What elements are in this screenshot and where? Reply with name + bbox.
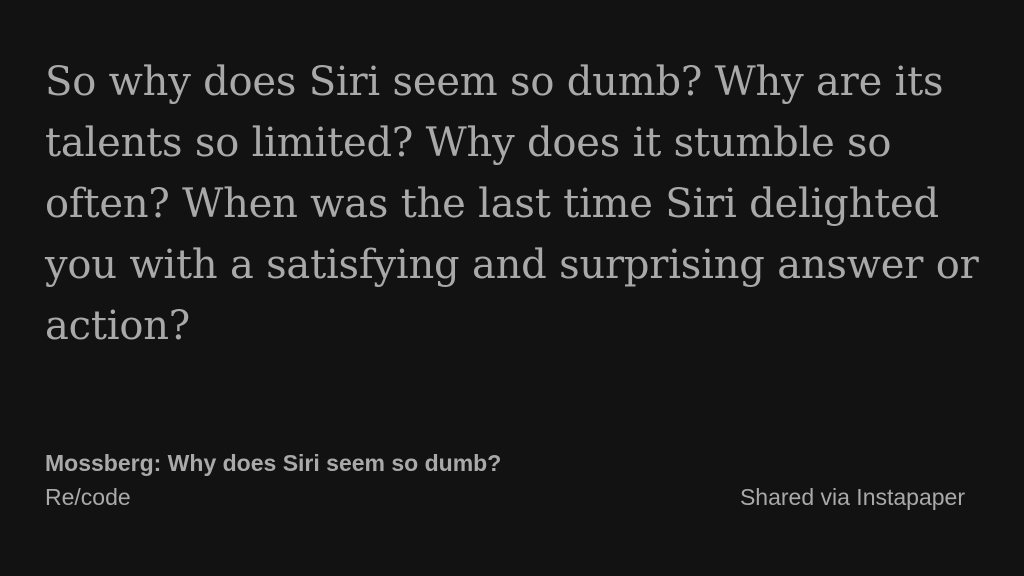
highlighted-quote: So why does Siri seem so dumb? Why are i… xyxy=(45,59,979,349)
article-source: Re/code xyxy=(45,484,131,510)
shared-quote-card: So why does Siri seem so dumb? Why are i… xyxy=(0,0,1024,576)
article-title: Mossberg: Why does Siri seem so dumb? xyxy=(45,450,502,476)
shared-via-label: Shared via Instapaper xyxy=(739,484,965,510)
